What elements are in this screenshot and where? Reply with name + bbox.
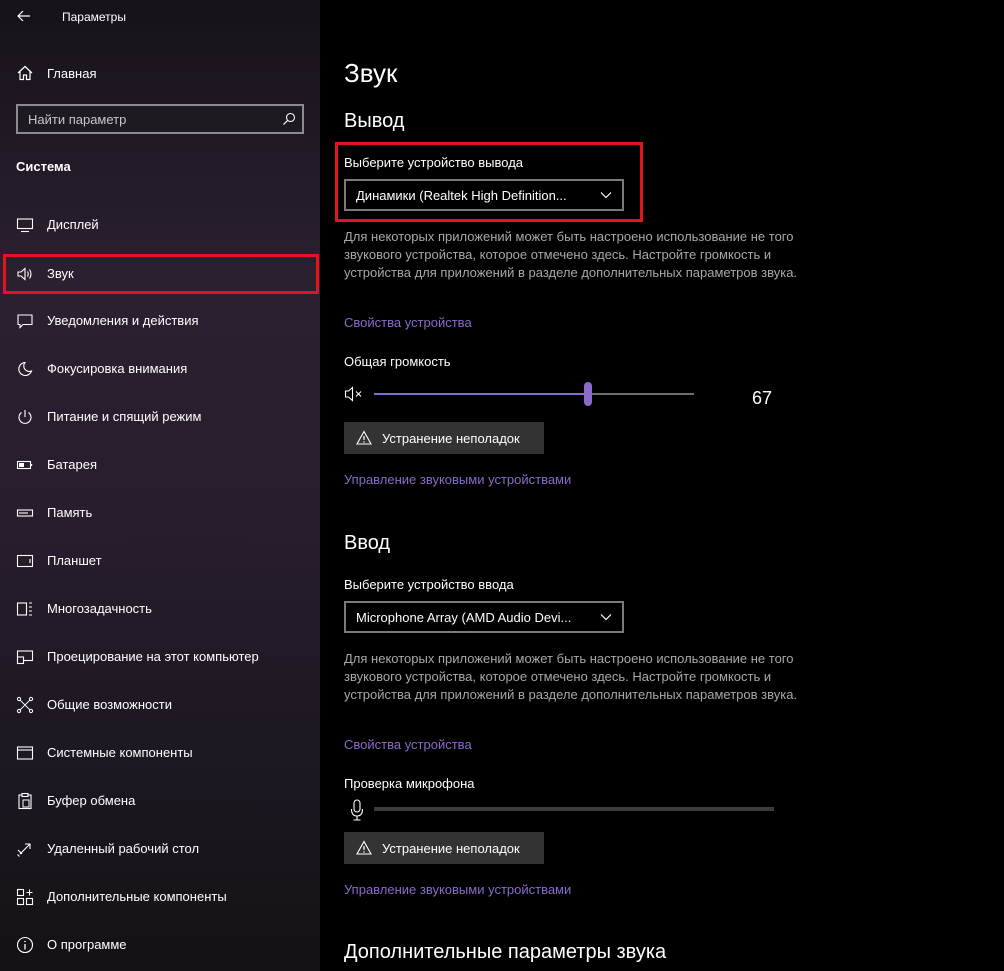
main-content: Звук Вывод Выберите устройство вывода Ди… — [320, 0, 1004, 971]
sidebar-item-focus-assist[interactable]: Фокусировка внимания — [0, 349, 320, 389]
sidebar-item-label: Фокусировка внимания — [47, 361, 188, 376]
output-device-dropdown[interactable]: Динамики (Realtek High Definition... — [344, 179, 624, 211]
speaker-icon — [17, 267, 32, 281]
notifications-icon — [17, 314, 33, 329]
sidebar-item-label: Память — [47, 505, 93, 520]
sidebar-item-label: Многозадачность — [47, 601, 152, 616]
output-device-value: Динамики (Realtek High Definition... — [356, 188, 567, 203]
sidebar-item-storage[interactable]: Память — [0, 493, 320, 533]
display-icon — [16, 218, 34, 233]
mute-icon[interactable] — [344, 385, 366, 403]
input-device-value: Microphone Array (AMD Audio Devi... — [356, 610, 572, 625]
input-troubleshoot-label: Устранение неполадок — [382, 841, 520, 856]
input-device-label: Выберите устройство ввода — [344, 577, 514, 592]
sidebar-item-label: Дополнительные компоненты — [47, 889, 227, 904]
mic-level-meter — [374, 807, 774, 811]
sidebar-item-remote-desktop[interactable]: Удаленный рабочий стол — [0, 829, 320, 869]
system-components-icon — [16, 746, 34, 760]
sidebar-item-optional-features[interactable]: Дополнительные компоненты — [0, 877, 320, 917]
info-icon — [16, 936, 34, 954]
sidebar-home[interactable]: Главная — [0, 57, 320, 89]
power-icon — [18, 410, 32, 424]
search-box[interactable] — [16, 104, 304, 134]
chevron-down-icon — [600, 192, 612, 199]
sidebar-item-label: Системные компоненты — [47, 745, 193, 760]
sidebar-item-label: Дисплей — [47, 217, 99, 232]
mic-test-label: Проверка микрофона — [344, 776, 475, 791]
sidebar-item-label: Проецирование на этот компьютер — [47, 649, 259, 664]
storage-icon — [16, 509, 34, 517]
back-arrow-icon — [17, 10, 30, 22]
output-device-label: Выберите устройство вывода — [344, 155, 524, 170]
sidebar-item-multitasking[interactable]: Многозадачность — [0, 589, 320, 629]
sidebar-item-battery[interactable]: Батарея — [0, 445, 320, 485]
volume-slider-fill — [374, 393, 589, 395]
volume-slider-thumb[interactable] — [584, 382, 593, 406]
volume-label: Общая громкость — [344, 354, 451, 369]
multitasking-icon — [16, 602, 32, 616]
search-input[interactable] — [18, 106, 268, 132]
output-troubleshoot-label: Устранение неполадок — [382, 431, 520, 446]
advanced-sound-heading: Дополнительные параметры звука — [344, 941, 667, 963]
back-button[interactable] — [14, 6, 34, 26]
page-title: Звук — [344, 58, 398, 88]
sidebar-item-label: Питание и спящий режим — [47, 409, 202, 424]
sidebar-item-label: Батарея — [47, 457, 98, 472]
input-troubleshoot-button[interactable]: Устранение неполадок — [344, 832, 544, 864]
sidebar-item-label: Удаленный рабочий стол — [47, 841, 200, 856]
sidebar-item-label: Общие возможности — [47, 697, 173, 712]
moon-icon — [18, 361, 33, 377]
app-title: Параметры — [62, 10, 126, 24]
sidebar-home-label: Главная — [47, 66, 97, 81]
sidebar-item-shared-experiences[interactable]: Общие возможности — [0, 685, 320, 725]
output-properties-link[interactable]: Свойства устройства — [344, 315, 472, 330]
volume-slider[interactable] — [374, 382, 694, 406]
sidebar-item-label: Уведомления и действия — [47, 313, 199, 328]
input-manage-devices-link[interactable]: Управление звуковыми устройствами — [344, 882, 571, 897]
input-properties-link[interactable]: Свойства устройства — [344, 737, 472, 752]
home-icon — [17, 65, 33, 81]
titlebar: Параметры — [0, 0, 320, 34]
volume-value: 67 — [752, 388, 773, 408]
sidebar-item-projecting[interactable]: Проецирование на этот компьютер — [0, 637, 320, 677]
sidebar-item-sound[interactable]: Звук — [3, 254, 319, 294]
remote-desktop-icon — [17, 843, 31, 857]
sidebar-item-label: Звук — [47, 266, 74, 281]
sidebar-item-power[interactable]: Питание и спящий режим — [0, 397, 320, 437]
output-manage-devices-link[interactable]: Управление звуковыми устройствами — [344, 472, 571, 487]
sidebar-item-about[interactable]: О программе — [0, 925, 320, 965]
search-icon[interactable] — [282, 112, 296, 126]
optional-features-icon — [16, 888, 34, 906]
sidebar-item-notifications[interactable]: Уведомления и действия — [0, 301, 320, 341]
sidebar-item-label: Планшет — [47, 553, 102, 568]
sidebar-item-tablet[interactable]: Планшет — [0, 541, 320, 581]
input-device-dropdown[interactable]: Microphone Array (AMD Audio Devi... — [344, 601, 624, 633]
microphone-icon — [350, 799, 364, 821]
output-heading: Вывод — [344, 110, 405, 132]
sidebar: Параметры Главная Система Дисплей Звук — [0, 0, 320, 971]
sidebar-item-clipboard[interactable]: Буфер обмена — [0, 781, 320, 821]
tablet-icon — [16, 554, 34, 568]
sidebar-section-title: Система — [16, 159, 71, 174]
battery-icon — [16, 460, 33, 470]
projecting-icon — [16, 650, 34, 665]
clipboard-icon — [18, 792, 32, 810]
warning-icon — [356, 430, 372, 445]
sidebar-item-system-components[interactable]: Системные компоненты — [0, 733, 320, 773]
input-description: Для некоторых приложений может быть наст… — [344, 651, 798, 702]
shared-experiences-icon — [16, 696, 34, 714]
input-heading: Ввод — [344, 532, 391, 554]
sidebar-item-display[interactable]: Дисплей — [0, 205, 320, 245]
chevron-down-icon — [600, 614, 612, 621]
output-troubleshoot-button[interactable]: Устранение неполадок — [344, 422, 544, 454]
warning-icon — [356, 840, 372, 855]
sidebar-item-label: Буфер обмена — [47, 793, 136, 808]
sidebar-item-label: О программе — [47, 937, 127, 952]
output-description: Для некоторых приложений может быть наст… — [344, 229, 798, 280]
